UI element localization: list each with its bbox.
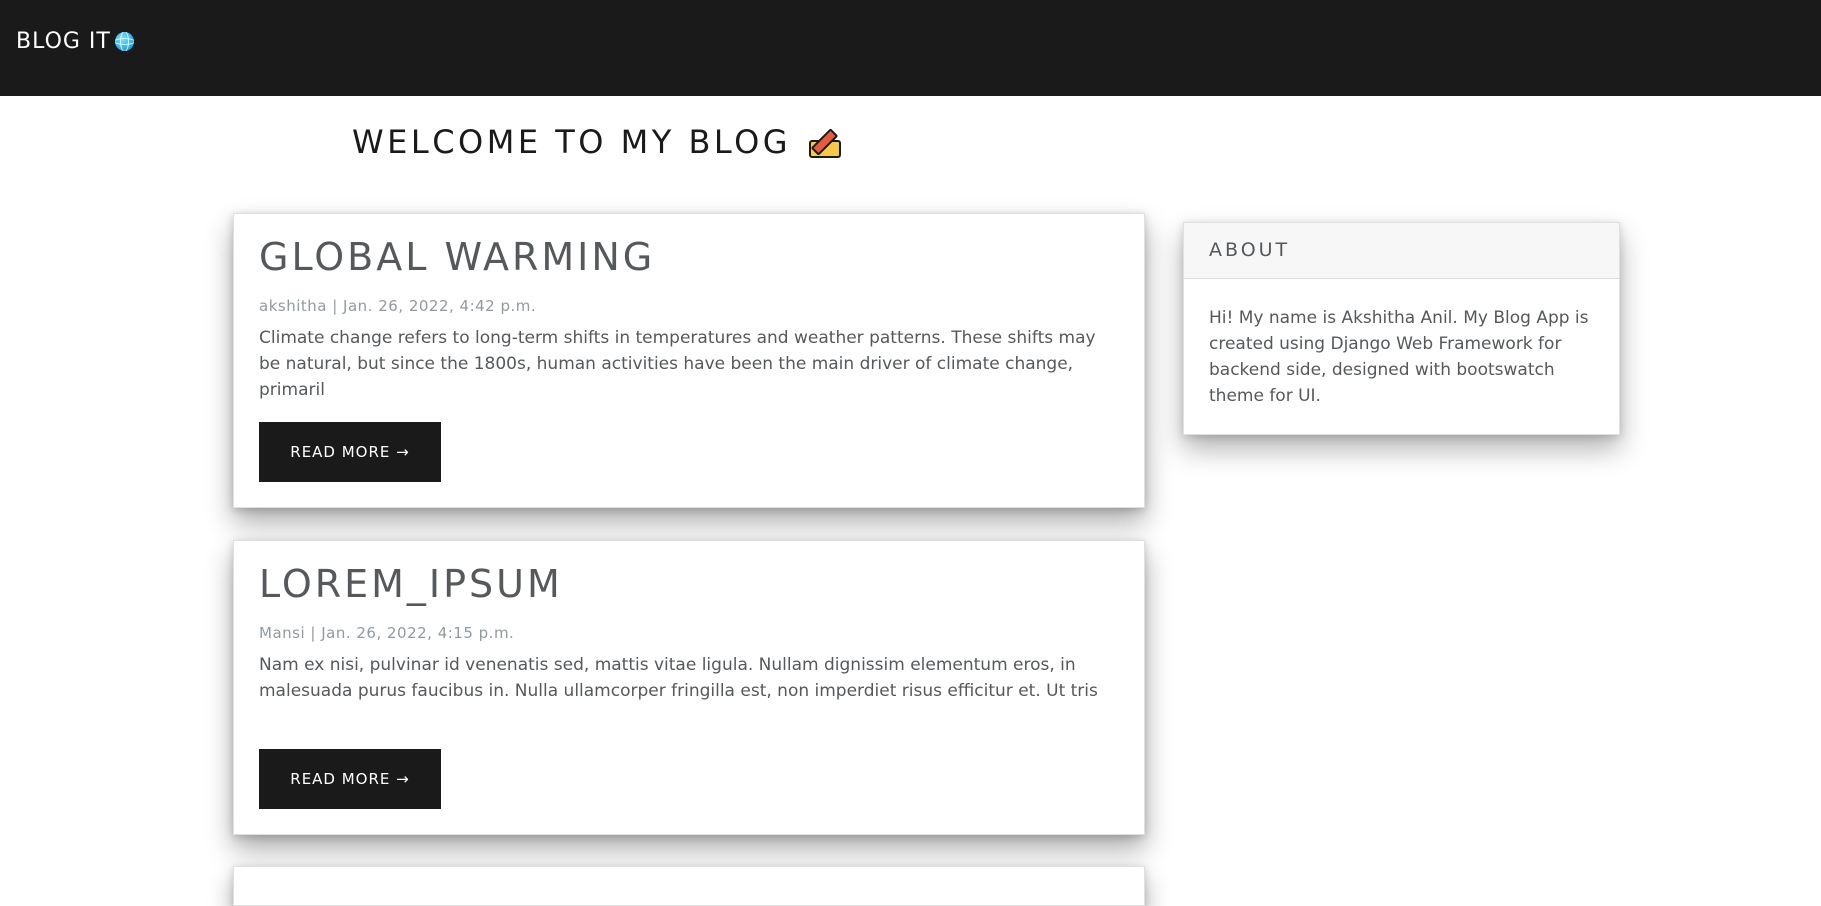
about-title: ABOUT xyxy=(1209,239,1291,261)
read-more-button[interactable]: READ MORE → xyxy=(259,422,441,482)
post-title: LOREM_IPSUM xyxy=(259,562,563,606)
navbar: BLOG IT xyxy=(0,0,1821,96)
about-text: Hi! My name is Akshitha Anil. My Blog Ap… xyxy=(1209,308,1589,406)
post-meta: akshitha | Jan. 26, 2022, 4:42 p.m. xyxy=(259,297,537,315)
brand-link[interactable]: BLOG IT xyxy=(16,29,134,54)
post-card: LOREM_IPSUM Mansi | Jan. 26, 2022, 4:15 … xyxy=(233,540,1145,835)
post-card-partial xyxy=(233,866,1145,906)
about-header: ABOUT xyxy=(1184,223,1619,279)
about-card: ABOUT Hi! My name is Akshitha Anil. My B… xyxy=(1183,222,1620,435)
post-card: GLOBAL WARMING akshitha | Jan. 26, 2022,… xyxy=(233,213,1145,508)
globe-icon xyxy=(114,32,134,51)
post-excerpt: Climate change refers to long-term shift… xyxy=(259,328,1096,400)
page-title-text: WELCOME TO MY BLOG xyxy=(352,123,792,161)
read-more-button[interactable]: READ MORE → xyxy=(259,749,441,809)
post-meta: Mansi | Jan. 26, 2022, 4:15 p.m. xyxy=(259,624,515,642)
writing-hand-icon xyxy=(807,126,842,158)
post-excerpt: Nam ex nisi, pulvinar id venenatis sed, … xyxy=(259,655,1098,701)
post-title: GLOBAL WARMING xyxy=(259,235,656,279)
brand-label: BLOG IT xyxy=(16,29,111,54)
page-title: WELCOME TO MY BLOG xyxy=(352,123,842,161)
